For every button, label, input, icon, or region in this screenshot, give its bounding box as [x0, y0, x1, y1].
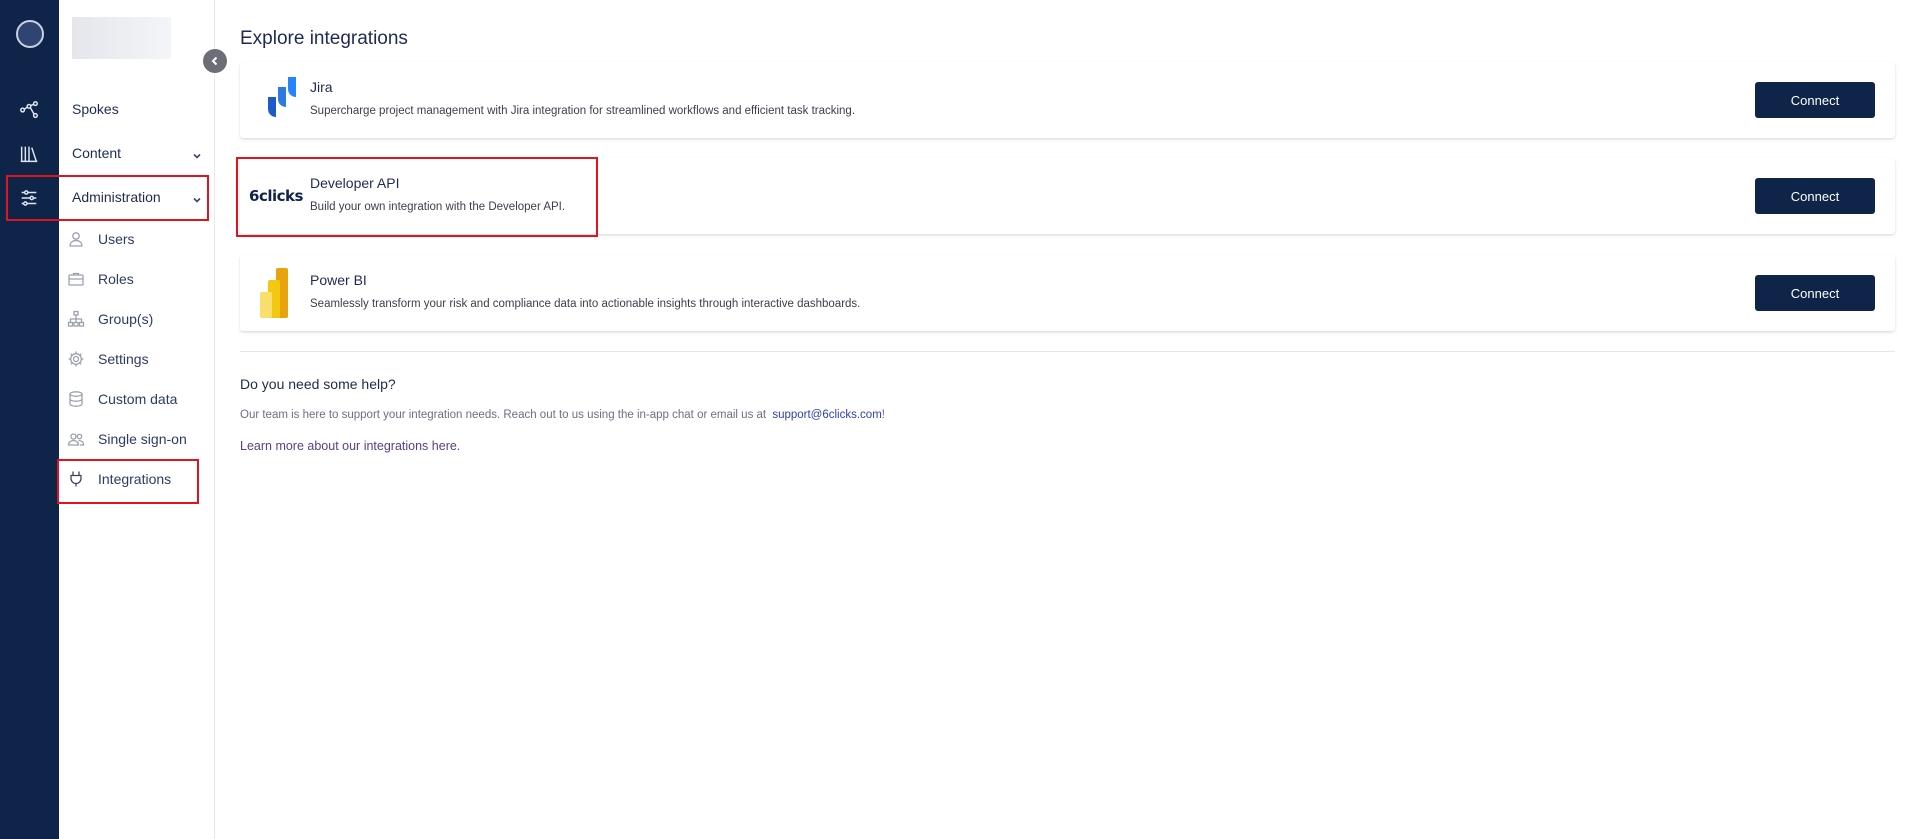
sidebar-item-roles[interactable]: Roles — [67, 266, 134, 292]
database-icon — [67, 390, 85, 408]
sidebar-item-groups[interactable]: Group(s) — [67, 306, 153, 332]
help-text: Our team is here to support your integra… — [240, 409, 885, 421]
sixclicks-logo-icon: 6clicks — [249, 187, 303, 205]
integration-description: Seamlessly transform your risk and compl… — [310, 298, 861, 310]
integration-description: Supercharge project management with Jira… — [310, 105, 856, 117]
sidebar-item-spokes[interactable]: Spokes — [72, 97, 202, 121]
sidebar-item-single-sign-on[interactable]: Single sign-on — [67, 426, 187, 452]
integration-description: Build your own integration with the Deve… — [310, 201, 566, 213]
support-email-link[interactable]: support@6clicks.com — [772, 409, 881, 421]
sidebar-item-label: Custom data — [98, 391, 178, 407]
icon-rail — [0, 0, 59, 839]
sidebar: Spokes Content Administration Users Role… — [59, 0, 215, 839]
integration-card-developer-api: 6clicks Developer API Build your own int… — [240, 158, 1895, 234]
users-icon — [67, 430, 85, 448]
brand-logo-placeholder — [72, 17, 171, 59]
network-icon[interactable] — [14, 95, 44, 125]
main-content: Explore integrations Jira Supercharge pr… — [240, 0, 1895, 839]
user-icon — [67, 230, 85, 248]
sidebar-item-label: Single sign-on — [98, 431, 187, 447]
chevron-left-icon — [211, 56, 218, 66]
chevron-down-icon — [192, 148, 202, 159]
connect-jira-button[interactable]: Connect — [1755, 82, 1875, 118]
connect-developer-api-button[interactable]: Connect — [1755, 178, 1875, 214]
chevron-down-icon — [192, 192, 202, 203]
collapse-sidebar-button[interactable] — [203, 49, 227, 73]
gear-icon — [67, 350, 85, 368]
sidebar-item-settings[interactable]: Settings — [67, 346, 149, 372]
sidebar-item-label: Content — [72, 145, 122, 161]
sidebar-item-custom-data[interactable]: Custom data — [67, 386, 177, 412]
divider — [240, 351, 1895, 352]
hierarchy-icon — [67, 310, 85, 328]
sidebar-item-label: Integrations — [98, 471, 172, 487]
sidebar-item-label: Spokes — [72, 101, 119, 117]
sidebar-item-label: Administration — [72, 189, 161, 205]
learn-more-link[interactable]: Learn more about our integrations here. — [240, 439, 460, 453]
sidebar-item-users[interactable]: Users — [67, 226, 135, 252]
sidebar-item-integrations[interactable]: Integrations — [67, 466, 171, 492]
sidebar-item-label: Roles — [98, 271, 134, 287]
briefcase-icon — [67, 270, 85, 288]
sidebar-item-label: Settings — [98, 351, 149, 367]
sidebar-item-label: Group(s) — [98, 311, 154, 327]
integration-title: Developer API — [310, 175, 400, 191]
page-title: Explore integrations — [240, 28, 408, 49]
integration-card-jira: Jira Supercharge project management with… — [240, 62, 1895, 138]
sidebar-item-content[interactable]: Content — [72, 141, 202, 165]
help-title: Do you need some help? — [240, 376, 396, 392]
library-icon[interactable] — [14, 139, 44, 169]
integration-card-power-bi: Power BI Seamlessly transform your risk … — [240, 255, 1895, 331]
org-avatar[interactable] — [16, 20, 44, 48]
jira-logo-icon — [248, 73, 302, 127]
sidebar-item-administration[interactable]: Administration — [72, 185, 202, 209]
integration-title: Jira — [310, 79, 333, 95]
help-text-body: Our team is here to support your integra… — [240, 409, 767, 421]
connect-power-bi-button[interactable]: Connect — [1755, 275, 1875, 311]
plug-icon — [67, 470, 85, 488]
integration-title: Power BI — [310, 272, 367, 288]
power-bi-logo-icon — [248, 266, 302, 320]
sidebar-item-label: Users — [98, 231, 135, 247]
help-text-suffix: ! — [881, 409, 885, 421]
sliders-icon[interactable] — [14, 183, 44, 213]
